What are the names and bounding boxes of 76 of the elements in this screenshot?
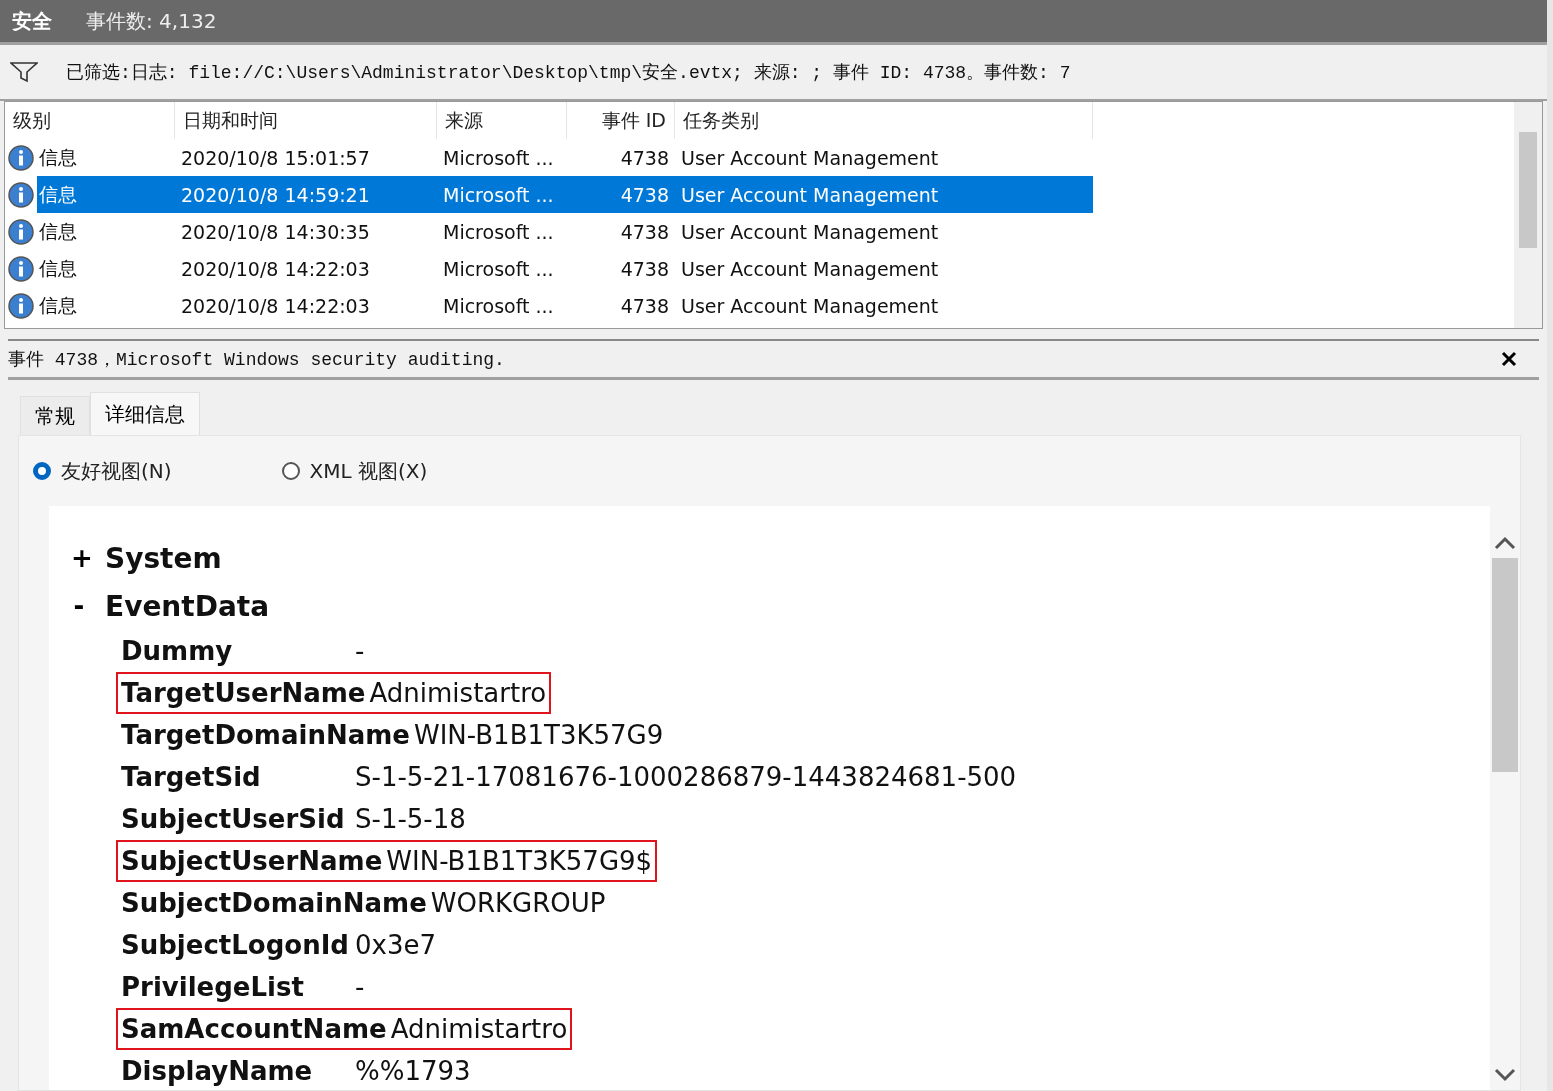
table-cell-text: 4738 bbox=[619, 256, 670, 282]
tree-node-label: EventData bbox=[105, 589, 270, 623]
field-value: WIN-B1B1T3K57G9$ bbox=[386, 846, 653, 876]
radio-button[interactable] bbox=[33, 462, 51, 480]
table-cell-text: 2020/10/8 14:22:03 bbox=[180, 293, 371, 319]
field-name: SubjectUserSid bbox=[121, 804, 346, 834]
field-value: - bbox=[355, 636, 365, 666]
info-icon bbox=[8, 181, 34, 208]
scrollbar-thumb[interactable] bbox=[1492, 558, 1518, 772]
table-cell: 2020/10/8 14:59:21 bbox=[175, 176, 437, 213]
tab[interactable]: 详细信息 bbox=[90, 392, 200, 435]
field-name: TargetUserName bbox=[121, 678, 367, 708]
table-cell: 4738 bbox=[567, 176, 675, 213]
field-name: TargetSid bbox=[121, 762, 262, 792]
table-cell-text: 信息 bbox=[38, 292, 78, 318]
field-name: SubjectLogonId bbox=[121, 930, 350, 960]
scroll-down-icon[interactable] bbox=[1494, 1068, 1516, 1082]
expander-toggle[interactable]: - bbox=[71, 591, 87, 621]
event-title: 事件 4738，Microsoft Windows security auditing. bbox=[8, 349, 505, 371]
table-cell-text: 2020/10/8 15:01:57 bbox=[180, 145, 371, 171]
column-header[interactable]: 级别 bbox=[5, 102, 175, 139]
field-name: DisplayName bbox=[121, 1056, 314, 1086]
table-cell-text: User Account Management bbox=[680, 219, 940, 245]
field-value: 0x3e7 bbox=[355, 930, 436, 960]
field-value: Adnimistartro bbox=[390, 1014, 568, 1044]
table-cell-text: User Account Management bbox=[680, 293, 940, 319]
table-cell-text: 4738 bbox=[619, 219, 670, 245]
field-value: - bbox=[355, 972, 365, 1002]
tree-node-label: System bbox=[105, 541, 222, 575]
field-name: SamAccountName bbox=[121, 1014, 388, 1044]
table-cell-text: 信息 bbox=[38, 255, 78, 281]
scroll-up-icon[interactable] bbox=[1494, 536, 1516, 550]
tab[interactable]: 常规 bbox=[20, 396, 90, 435]
table-cell: Microsoft ... bbox=[437, 176, 567, 213]
filter-summary: 已筛选:日志: file://C:\Users\Administrator\Desktop\tmp\安全.evtx; 来源: ; 事件 ID: 4738。事件数: 7 bbox=[66, 62, 1071, 84]
radio-button[interactable] bbox=[281, 462, 300, 480]
info-icon bbox=[8, 144, 34, 171]
column-header[interactable]: 任务类别 bbox=[675, 102, 1093, 139]
table-cell-text: 信息 bbox=[38, 144, 78, 170]
log-title: 安全 bbox=[12, 7, 52, 35]
info-icon bbox=[8, 292, 34, 319]
column-header[interactable]: 来源 bbox=[437, 102, 567, 139]
column-header[interactable]: 事件 ID bbox=[567, 102, 675, 139]
table-cell-text: 2020/10/8 14:30:35 bbox=[180, 219, 371, 245]
table-cell: 信息 bbox=[37, 176, 175, 213]
filter-icon bbox=[10, 61, 38, 83]
table-cell-text: 4738 bbox=[619, 145, 670, 171]
info-icon bbox=[8, 218, 34, 245]
table-cell-text: User Account Management bbox=[680, 145, 940, 171]
table-cell-text: User Account Management bbox=[680, 256, 940, 282]
info-icon bbox=[8, 255, 34, 282]
event-count: 事件数: 4,132 bbox=[86, 7, 217, 35]
table-cell-text: 2020/10/8 14:22:03 bbox=[180, 256, 371, 282]
table-cell-text: Microsoft ... bbox=[442, 256, 555, 282]
table-cell-text: Microsoft ... bbox=[442, 293, 555, 319]
table-cell-text: 4738 bbox=[619, 293, 670, 319]
close-icon[interactable] bbox=[1501, 351, 1517, 367]
table-cell: User Account Management bbox=[675, 176, 1093, 213]
radio-label[interactable]: XML 视图(X) bbox=[309, 457, 428, 485]
table-cell-text: Microsoft ... bbox=[442, 219, 555, 245]
field-value: S-1-5-18 bbox=[355, 804, 466, 834]
field-name: SubjectUserName bbox=[121, 846, 384, 876]
field-name: Dummy bbox=[121, 636, 234, 666]
field-name: SubjectDomainName bbox=[121, 888, 428, 918]
table-cell-text: 信息 bbox=[38, 218, 78, 244]
field-name: TargetDomainName bbox=[121, 720, 411, 750]
field-value: WIN-B1B1T3K57G9 bbox=[413, 720, 664, 750]
field-name: PrivilegeList bbox=[121, 972, 305, 1002]
column-header[interactable]: 日期和时间 bbox=[175, 102, 437, 139]
scrollbar-thumb[interactable] bbox=[1519, 132, 1537, 248]
field-value: Adnimistartro bbox=[369, 678, 547, 708]
field-value: S-1-5-21-17081676-1000286879-1443824681-500 bbox=[355, 762, 1017, 792]
radio-label[interactable]: 友好视图(N) bbox=[61, 457, 172, 485]
field-value: WORKGROUP bbox=[430, 888, 606, 918]
table-cell-text: Microsoft ... bbox=[442, 145, 555, 171]
field-value: %%1793 bbox=[355, 1056, 471, 1086]
